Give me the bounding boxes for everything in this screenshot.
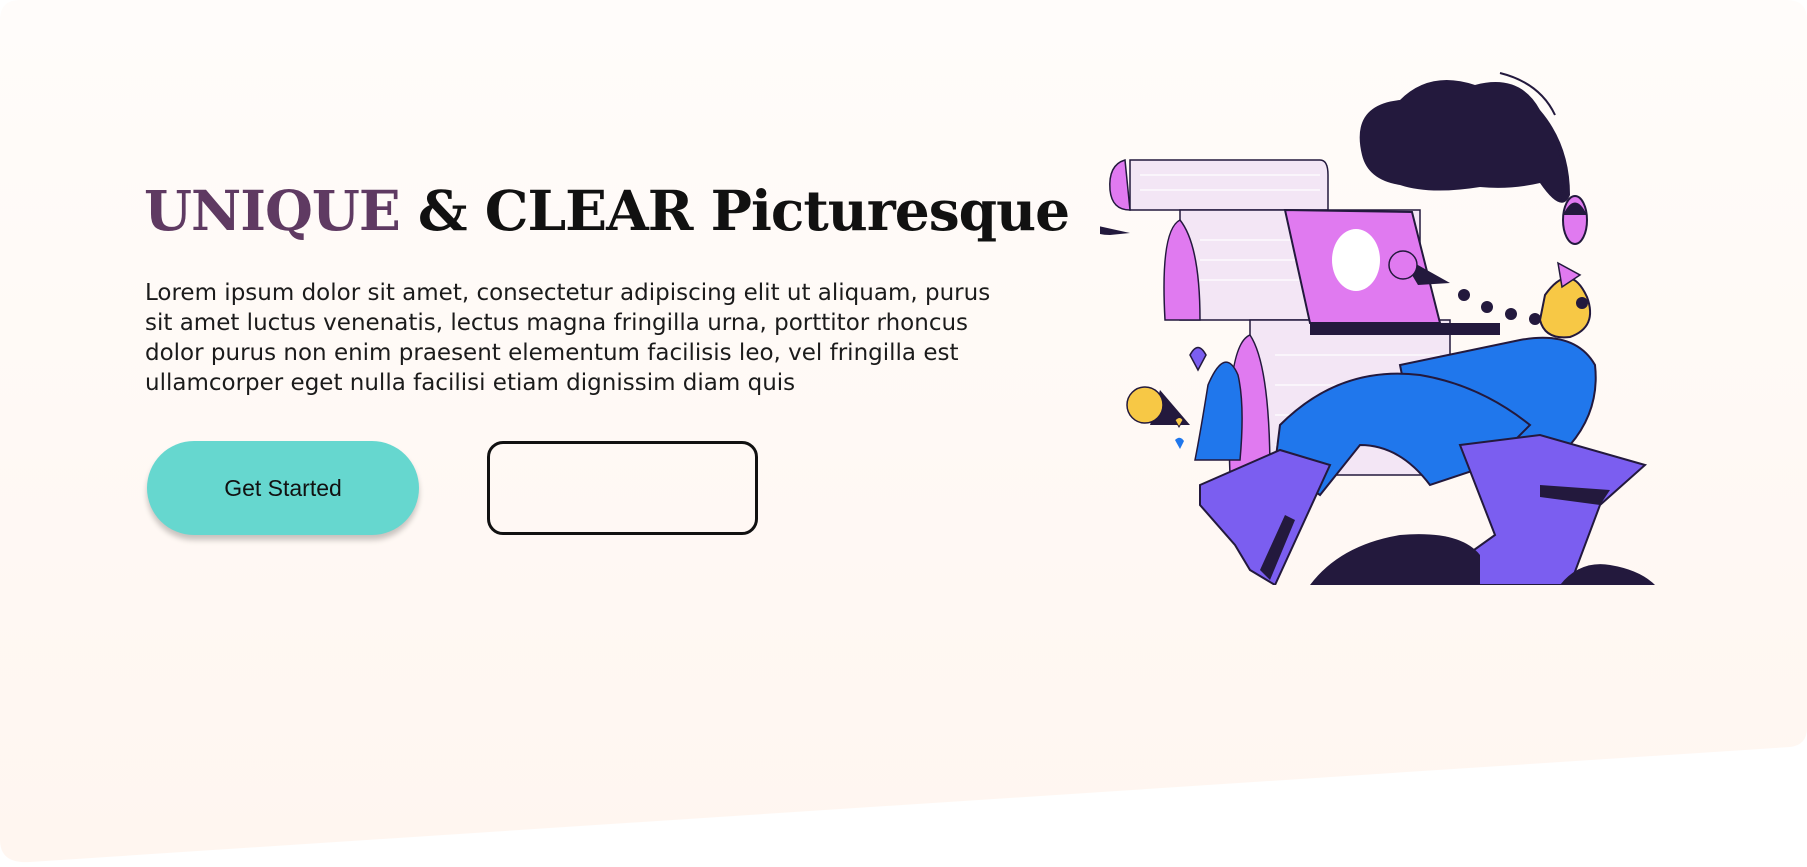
hero-title-rest: & CLEAR Picturesque (399, 178, 1070, 243)
person-writing-scroll-illustration (1100, 72, 1655, 585)
hair-shape (1359, 80, 1570, 203)
plant-leaf (1194, 361, 1243, 461)
hero-description: Lorem ipsum dolor sit amet, consectetur … (145, 280, 991, 396)
hero-title: UNIQUE & CLEAR Picturesque (144, 178, 1070, 243)
get-started-button[interactable]: Get Started (147, 441, 419, 535)
secondary-outline-button[interactable] (487, 441, 758, 535)
right-boot (1458, 433, 1648, 585)
scroll-paper (1129, 159, 1329, 211)
ground-shadow (1310, 534, 1480, 585)
hero-title-accent: UNIQUE (144, 178, 401, 243)
